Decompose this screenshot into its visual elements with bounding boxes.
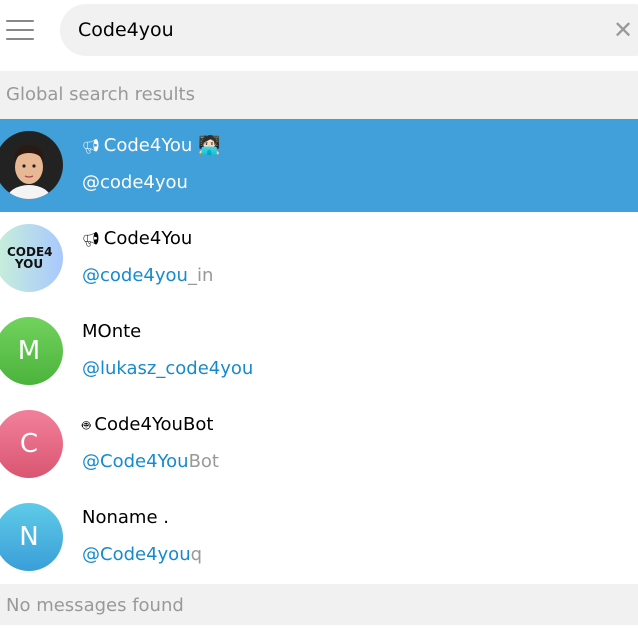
result-username: @code4you xyxy=(82,172,188,193)
section-no-messages: No messages found xyxy=(0,584,638,625)
result-name: Noname . xyxy=(82,507,169,528)
result-username: @Code4youq xyxy=(82,544,203,565)
megaphone-icon: 📢︎ xyxy=(82,139,100,155)
avatar: CODE4 YOU xyxy=(0,224,63,292)
result-item[interactable]: M MOnte @lukasz_code4you xyxy=(0,305,638,398)
technologist-emoji: 🧑🏻‍💻 xyxy=(198,135,221,156)
avatar: N xyxy=(0,503,63,571)
megaphone-icon: 📢︎ xyxy=(82,232,100,248)
close-icon[interactable]: ✕ xyxy=(613,18,633,42)
result-item[interactable]: CODE4 YOU 📢︎ Code4You @code4you_in xyxy=(0,212,638,305)
result-name: 📢︎ Code4You 🧑🏻‍💻 xyxy=(82,135,221,156)
hamburger-menu-icon[interactable] xyxy=(6,20,34,42)
avatar: M xyxy=(0,317,63,385)
result-item[interactable]: 📢︎ Code4You 🧑🏻‍💻 @code4you xyxy=(0,119,638,212)
result-username: @lukasz_code4you xyxy=(82,358,254,379)
result-username: @Code4YouBot xyxy=(82,451,219,472)
bot-icon: 🤖︎ xyxy=(82,418,91,434)
search-box: ✕ xyxy=(60,4,638,56)
result-username: @code4you_in xyxy=(82,265,214,286)
result-name: MOnte xyxy=(82,321,142,342)
result-name: 🤖︎ Code4YouBot xyxy=(82,414,214,435)
result-name: 📢︎ Code4You xyxy=(82,228,193,249)
result-item[interactable]: N Noname . @Code4youq xyxy=(0,491,638,584)
section-global-results: Global search results xyxy=(0,71,638,119)
search-input[interactable] xyxy=(78,4,598,56)
avatar: C xyxy=(0,410,63,478)
avatar xyxy=(0,131,63,199)
header: ✕ xyxy=(0,0,638,71)
result-item[interactable]: C 🤖︎ Code4YouBot @Code4YouBot xyxy=(0,398,638,491)
